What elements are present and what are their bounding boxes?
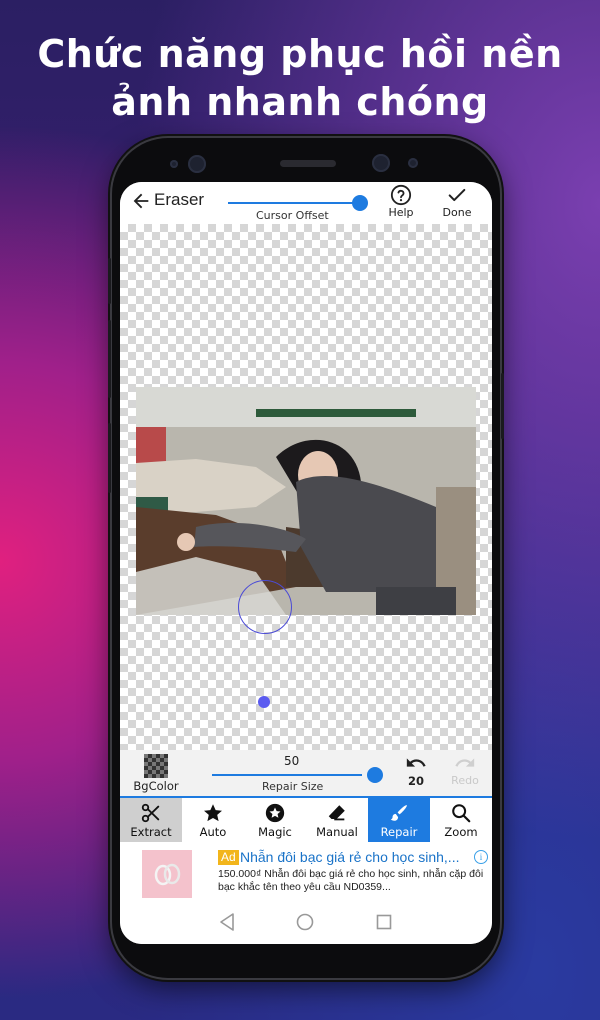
- done-label: Done: [442, 206, 472, 219]
- ad-banner[interactable]: Ad Nhẫn đôi bạc giá rẻ cho học sinh,... …: [120, 842, 492, 900]
- checkerboard-icon: [144, 754, 168, 778]
- cursor-offset-label: Cursor Offset: [256, 209, 329, 222]
- top-toolbar: Eraser Cursor Offset Help Done: [120, 182, 492, 224]
- phone-frame: Eraser Cursor Offset Help Done BgColor 5…: [108, 138, 504, 978]
- back-arrow-icon[interactable]: [130, 190, 152, 212]
- repair-size-knob[interactable]: [367, 767, 383, 783]
- undo-count: 20: [407, 774, 424, 788]
- undo-icon: [406, 758, 426, 767]
- ad-description: 150.000₫ Nhẫn đôi bạc giá rẻ cho học sin…: [218, 868, 484, 893]
- tool-extract[interactable]: Extract: [120, 798, 182, 842]
- magic-star-icon: [265, 803, 285, 823]
- brush-controls: BgColor 50 Repair Size 20 Redo: [120, 750, 492, 798]
- tool-label: Magic: [258, 825, 292, 839]
- tool-auto[interactable]: Auto: [182, 798, 244, 842]
- photo-being-edited: [136, 387, 476, 615]
- volume-button: [108, 320, 111, 398]
- done-button[interactable]: Done: [440, 184, 474, 219]
- redo-label: Redo: [451, 774, 479, 787]
- promo-headline: Chức năng phục hồi nền ảnh nhanh chóng: [37, 32, 563, 124]
- screen-title: Eraser: [154, 190, 205, 209]
- repair-size-label: Repair Size: [262, 780, 324, 793]
- volume-button: [108, 258, 111, 304]
- scissors-icon: [141, 803, 160, 823]
- sensor-icon: [408, 158, 418, 168]
- ad-badge: Ad: [218, 850, 239, 865]
- help-label: Help: [388, 206, 414, 219]
- editing-canvas[interactable]: [120, 224, 492, 750]
- cursor-offset-track[interactable]: [228, 202, 356, 204]
- repair-size-value: 50: [284, 754, 300, 768]
- ad-title[interactable]: Nhẫn đôi bạc giá rẻ cho học sinh,...: [240, 849, 459, 865]
- cursor-offset-knob[interactable]: [352, 195, 368, 211]
- repair-brush-circle: [238, 580, 292, 634]
- tool-repair[interactable]: Repair: [368, 798, 430, 842]
- tool-manual[interactable]: Manual: [306, 798, 368, 842]
- tool-label: Repair: [380, 825, 418, 839]
- ad-product-image: [142, 850, 192, 898]
- tool-label: Manual: [316, 825, 358, 839]
- iris-scanner-icon: [372, 154, 390, 172]
- bgcolor-label: BgColor: [133, 779, 179, 793]
- bixby-button: [108, 423, 111, 493]
- cursor-offset-handle[interactable]: [258, 696, 270, 708]
- system-nav-bar: [120, 900, 492, 944]
- tool-label: Auto: [199, 825, 227, 839]
- nav-home-icon[interactable]: [296, 913, 314, 931]
- redo-icon: [455, 758, 475, 767]
- help-button[interactable]: Help: [386, 184, 416, 219]
- bgcolor-button[interactable]: BgColor: [126, 752, 186, 793]
- redo-button[interactable]: Redo: [450, 752, 480, 787]
- app-screen: Eraser Cursor Offset Help Done BgColor 5…: [120, 182, 492, 944]
- tool-magic[interactable]: Magic: [244, 798, 306, 842]
- nav-recents-icon[interactable]: [376, 914, 392, 930]
- ad-info-icon[interactable]: i: [474, 850, 488, 864]
- tool-label: Zoom: [444, 825, 478, 839]
- search-icon: [452, 804, 471, 823]
- brush-icon: [390, 805, 407, 821]
- checkmark-icon: [448, 188, 466, 202]
- power-button: [501, 373, 504, 439]
- sensor-icon: [170, 160, 178, 168]
- help-icon: [390, 184, 412, 206]
- star-icon: [204, 804, 222, 822]
- undo-button[interactable]: 20: [402, 752, 430, 788]
- tool-tabs: Extract Auto Magic Manual Repair Zoom: [120, 798, 492, 842]
- nav-back-icon[interactable]: [218, 912, 236, 932]
- tool-zoom[interactable]: Zoom: [430, 798, 492, 842]
- repair-size-track[interactable]: [212, 774, 362, 776]
- earpiece-speaker: [280, 160, 336, 167]
- tool-label: Extract: [130, 825, 172, 839]
- eraser-icon: [328, 805, 345, 821]
- front-camera-icon: [188, 155, 206, 173]
